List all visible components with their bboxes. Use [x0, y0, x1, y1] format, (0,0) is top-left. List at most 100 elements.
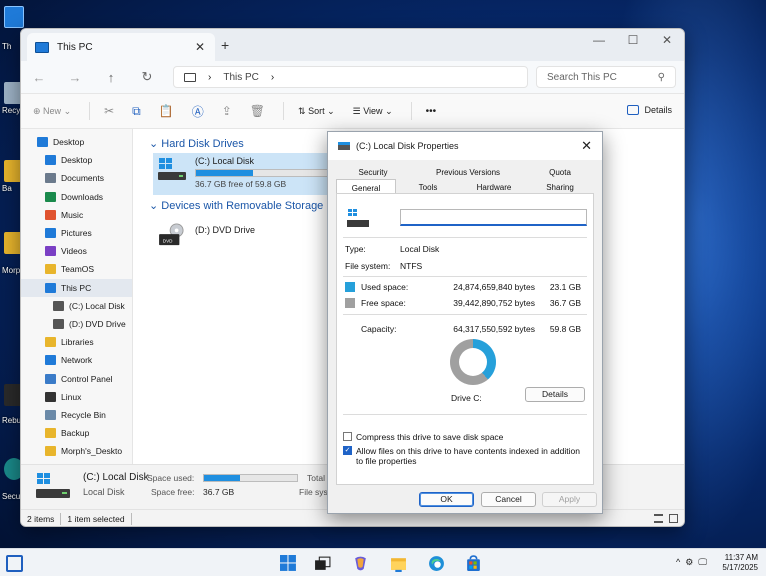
- address-bar[interactable]: › This PC ›: [173, 66, 528, 88]
- sidebar-item-label: Desktop: [53, 137, 85, 148]
- sidebar-item[interactable]: Linux: [21, 388, 132, 406]
- paste-icon[interactable]: 📋: [159, 104, 174, 118]
- start-icon[interactable]: [280, 555, 297, 572]
- forward-button[interactable]: →: [57, 70, 93, 85]
- sidebar-item-label: Videos: [61, 246, 87, 257]
- search-input[interactable]: Search This PC ⚲: [536, 66, 676, 88]
- total-label: Total: [307, 473, 325, 483]
- copy-icon[interactable]: ⧉: [132, 104, 141, 119]
- up-button[interactable]: ↑: [93, 70, 129, 85]
- sidebar-item[interactable]: Downloads: [21, 188, 132, 206]
- details-view-icon[interactable]: [654, 514, 663, 523]
- sidebar-item-label: Downloads: [61, 191, 104, 202]
- system-tray: ^ ⚙ 🖵: [676, 557, 707, 568]
- divider: [130, 513, 132, 525]
- tab-quota[interactable]: Quota: [528, 166, 592, 179]
- drive-c-item[interactable]: (C:) Local Disk 36.7 GB free of 59.8 GB: [153, 153, 345, 195]
- compress-checkbox[interactable]: [343, 432, 352, 441]
- sidebar-item[interactable]: Recycle Bin: [21, 406, 132, 424]
- title-bar: This PC ✕ + — ☐ ✕: [21, 29, 684, 61]
- hard-drive-icon: [36, 473, 70, 498]
- volume-name-input[interactable]: [400, 209, 587, 226]
- space-used-fill: [204, 475, 240, 481]
- window-controls: — ☐ ✕: [582, 29, 684, 53]
- free-space-swatch: [345, 298, 355, 308]
- dialog-title: (C:) Local Disk Properties: [356, 141, 459, 151]
- sidebar-item-label: Desktop: [61, 155, 93, 166]
- clock[interactable]: 11:37 AM 5/17/2025: [722, 553, 758, 573]
- sidebar-item-icon: [45, 409, 56, 420]
- tab-this-pc[interactable]: This PC ✕: [27, 33, 215, 61]
- file-explorer-icon[interactable]: [390, 555, 407, 572]
- sidebar-item-icon: [45, 428, 56, 439]
- dialog-title-bar: (C:) Local Disk Properties ✕: [328, 132, 602, 160]
- group-label: Devices with Removable Storage: [161, 200, 324, 212]
- index-checkbox[interactable]: ✓: [343, 446, 352, 455]
- back-button[interactable]: ←: [21, 70, 57, 85]
- disk-cleanup-details-button[interactable]: Details: [525, 387, 585, 402]
- address-chevron-icon[interactable]: ›: [271, 72, 274, 83]
- sidebar-item[interactable]: Backup: [21, 424, 132, 442]
- sidebar-item[interactable]: Desktop: [21, 151, 132, 169]
- task-view-icon[interactable]: [314, 555, 331, 572]
- new-label: New: [43, 105, 62, 116]
- tiles-view-icon[interactable]: [669, 514, 678, 523]
- sidebar-item[interactable]: Music: [21, 206, 132, 224]
- sidebar-item[interactable]: This PC: [21, 278, 132, 297]
- hard-drive-icon: [347, 209, 369, 227]
- sidebar-item[interactable]: Morph's_Deskto: [21, 442, 132, 460]
- sidebar-item[interactable]: Network: [21, 351, 132, 369]
- sidebar-item[interactable]: Desktop: [21, 133, 132, 151]
- desktop-icon-this-pc[interactable]: Th: [0, 6, 24, 51]
- delete-icon[interactable]: 🗑: [250, 104, 265, 118]
- sidebar-item[interactable]: (D:) DVD Drive: [21, 315, 132, 333]
- drive-c-usage-bar: [195, 169, 345, 177]
- new-button[interactable]: ⊕ New ⌄: [33, 106, 71, 117]
- sidebar-item[interactable]: TeamOS: [21, 260, 132, 278]
- maximize-button[interactable]: ☐: [616, 29, 650, 53]
- tab-previous-versions[interactable]: Previous Versions: [408, 166, 528, 179]
- close-tab-icon[interactable]: ✕: [195, 40, 205, 54]
- sidebar-item[interactable]: Libraries: [21, 333, 132, 351]
- address-path[interactable]: This PC: [223, 72, 259, 83]
- sidebar-item-icon: [53, 300, 64, 311]
- refresh-button[interactable]: ↻: [129, 69, 165, 85]
- general-tab-panel: Type: Local Disk File system: NTFS Used …: [336, 193, 594, 485]
- cancel-button[interactable]: Cancel: [481, 492, 536, 507]
- sidebar-item-icon: [45, 391, 56, 402]
- apply-button[interactable]: Apply: [542, 492, 597, 507]
- sidebar-item[interactable]: Documents: [21, 169, 132, 187]
- sort-button[interactable]: ⇅ Sort ⌄: [298, 106, 335, 117]
- widgets-icon[interactable]: [6, 555, 23, 572]
- chevron-up-icon[interactable]: ^: [676, 557, 680, 568]
- close-dialog-icon[interactable]: ✕: [581, 138, 592, 154]
- copilot-icon[interactable]: [352, 555, 369, 572]
- free-space-gb: 36.7 GB: [549, 298, 581, 308]
- minimize-button[interactable]: —: [582, 29, 616, 53]
- sidebar-item[interactable]: Pictures: [21, 224, 132, 242]
- display-icon[interactable]: 🖵: [698, 557, 707, 568]
- more-options-button[interactable]: •••: [426, 106, 437, 117]
- tab-security[interactable]: Security: [338, 166, 408, 179]
- close-window-button[interactable]: ✕: [650, 29, 684, 53]
- item-count: 2 items: [27, 514, 55, 524]
- cut-icon[interactable]: ✂: [104, 104, 114, 118]
- network-icon[interactable]: ⚙: [685, 557, 693, 568]
- sidebar-item-label: This PC: [61, 282, 92, 293]
- view-button[interactable]: ☰ View ⌄: [353, 106, 393, 117]
- sidebar-item[interactable]: Videos: [21, 242, 132, 260]
- store-icon[interactable]: [465, 555, 482, 572]
- rename-icon[interactable]: Ⓐ: [192, 103, 204, 120]
- address-chevron-icon[interactable]: ›: [208, 72, 211, 83]
- sidebar-item[interactable]: (C:) Local Disk: [21, 297, 132, 315]
- desktop-icon-label: Secu: [2, 492, 21, 501]
- ok-button[interactable]: OK: [419, 492, 474, 507]
- divider: [343, 237, 587, 238]
- divider: [89, 102, 91, 120]
- sidebar-item-icon: [45, 355, 56, 366]
- sidebar-item[interactable]: Control Panel: [21, 369, 132, 387]
- edge-icon[interactable]: [428, 555, 445, 572]
- details-pane-button[interactable]: Details: [627, 105, 672, 115]
- new-tab-button[interactable]: +: [221, 37, 229, 53]
- share-icon[interactable]: ⇪: [222, 104, 232, 118]
